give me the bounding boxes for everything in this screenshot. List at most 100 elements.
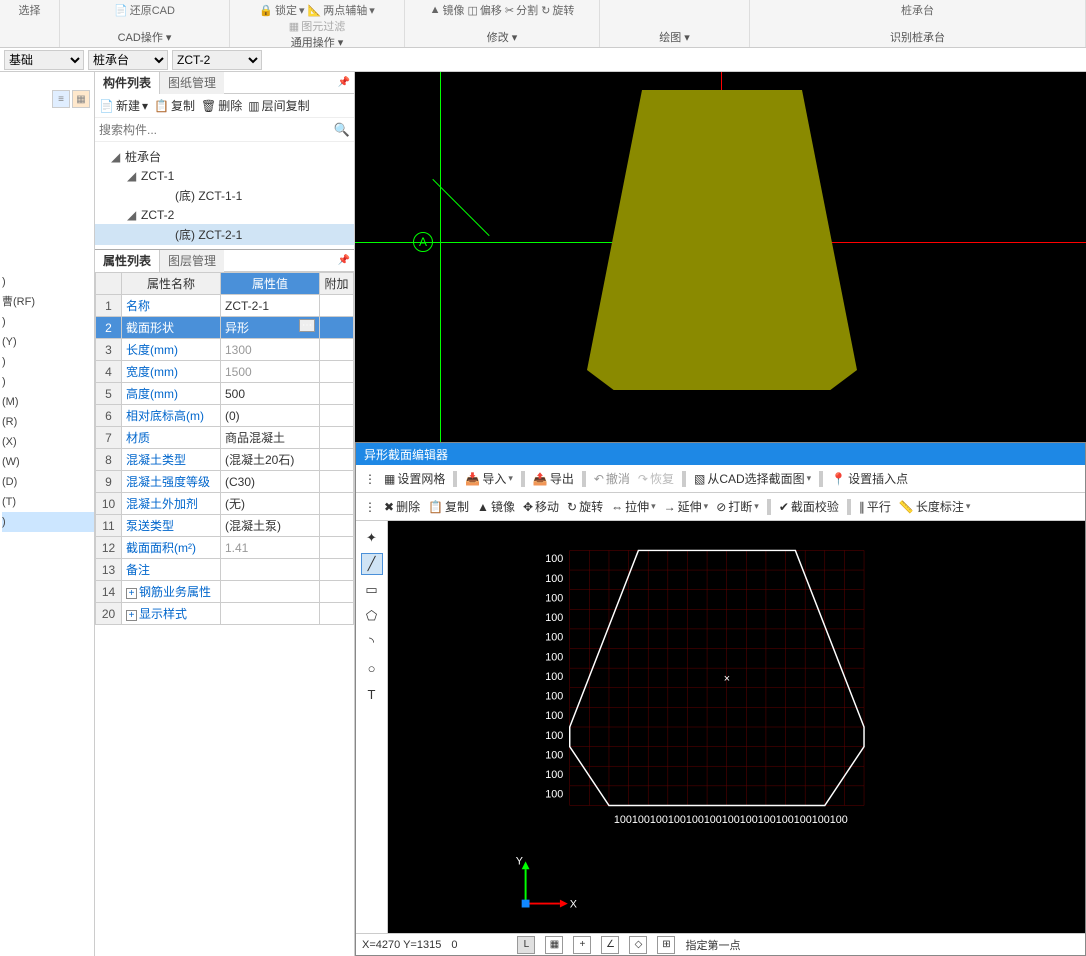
- ed-length-dim-button[interactable]: 📏 长度标注: [897, 498, 973, 515]
- ed-delete-button[interactable]: ✖ 删除: [382, 498, 422, 515]
- redo-button[interactable]: ↷ 恢复: [636, 470, 676, 487]
- main-viewport[interactable]: A: [355, 72, 1086, 442]
- search-icon[interactable]: 🔍: [334, 122, 350, 138]
- prop-row[interactable]: 12截面面积(m²)1.41: [96, 537, 354, 559]
- tab-layer-mgmt[interactable]: 图层管理: [160, 250, 224, 272]
- far-left-panel: ≡ ▦ )曹(RF))(Y)))(M)(R)(X)(W)(D)(T)): [0, 72, 95, 956]
- svg-text:100: 100: [545, 691, 563, 703]
- tab-component-list[interactable]: 构件列表: [95, 72, 160, 94]
- prop-row[interactable]: 10混凝土外加剂(无): [96, 493, 354, 515]
- status-btn-angle[interactable]: ∠: [601, 936, 619, 954]
- status-btn-L[interactable]: L: [517, 936, 535, 954]
- tool-polygon[interactable]: ⬠: [361, 605, 383, 627]
- ed-extend-button[interactable]: → 延伸: [662, 498, 711, 515]
- status-btn-grid[interactable]: ▦: [545, 936, 563, 954]
- prop-row[interactable]: 9混凝土强度等级(C30): [96, 471, 354, 493]
- import-button[interactable]: 📥 导入: [463, 470, 515, 487]
- ed-check-button[interactable]: ✔ 截面校验: [777, 498, 841, 515]
- mirror-cmd[interactable]: ▲ 镜像: [430, 2, 465, 18]
- prop-row[interactable]: 20+显示样式: [96, 603, 354, 625]
- tool-arc[interactable]: ◝: [361, 631, 383, 653]
- svg-text:100: 100: [545, 651, 563, 663]
- ribbon: 选择 📄 还原CAD CAD操作 ▾ 🔒 锁定 ▾ 📐 两点辅轴 ▾ ▦ 图元过…: [0, 0, 1086, 48]
- marker-a: A: [413, 232, 433, 252]
- from-cad-button[interactable]: ▧ 从CAD选择截面图: [692, 470, 813, 487]
- ed-rotate-button[interactable]: ↻ 旋转: [565, 498, 605, 515]
- ed-mirror-button[interactable]: ▲ 镜像: [475, 498, 517, 515]
- col-name: 属性名称: [122, 273, 221, 295]
- sel-current[interactable]: ZCT-2: [172, 50, 262, 70]
- ed-copy-button[interactable]: 📋 复制: [426, 498, 471, 515]
- prop-row[interactable]: 4宽度(mm)1500: [96, 361, 354, 383]
- delete-button[interactable]: 🗑 删除: [201, 97, 242, 114]
- prop-row[interactable]: 5高度(mm)500: [96, 383, 354, 405]
- command-prompt: 指定第一点: [685, 937, 740, 953]
- prop-row[interactable]: 8混凝土类型(混凝土20石): [96, 449, 354, 471]
- sel-base[interactable]: 基础: [4, 50, 84, 70]
- export-button[interactable]: 📤 导出: [531, 470, 576, 487]
- restore-cad-cmd[interactable]: 📄 还原CAD: [114, 2, 175, 18]
- sel-type[interactable]: 桩承台: [88, 50, 168, 70]
- editor-title-bar[interactable]: 异形截面编辑器: [356, 443, 1085, 465]
- tool-text[interactable]: T: [361, 683, 383, 705]
- prop-row[interactable]: 11泵送类型(混凝土泵): [96, 515, 354, 537]
- tree-zct-1-1[interactable]: (底) ZCT-1-1: [95, 185, 354, 206]
- two-point-cmd[interactable]: 📐 两点辅轴 ▾: [308, 2, 375, 18]
- svg-text:100: 100: [545, 749, 563, 761]
- pin-icon[interactable]: 📌: [338, 77, 350, 88]
- component-panel-tabs: 构件列表 图纸管理 📌: [95, 72, 354, 94]
- prop-row[interactable]: 14+钢筋业务属性: [96, 581, 354, 603]
- lock-cmd[interactable]: 🔒 锁定 ▾: [259, 2, 304, 18]
- component-toolbar: 📄 新建 ▾ 📋 复制 🗑 删除 ▥ 层间复制: [95, 94, 354, 118]
- set-grid-button[interactable]: ▦ 设置网格: [382, 470, 447, 487]
- property-grid[interactable]: 属性名称 属性值 附加 1名称ZCT-2-12截面形状异形⋯3长度(mm)130…: [95, 272, 354, 625]
- svg-text:100: 100: [545, 769, 563, 781]
- tree-zct-2-1[interactable]: (底) ZCT-2-1: [95, 224, 354, 245]
- editor-toolbar-1: ⋮ ▦ 设置网格 📥 导入 📤 导出 ↶ 撤消 ↷ 恢复 ▧ 从CAD选择截面图…: [356, 465, 1085, 493]
- prop-row[interactable]: 1名称ZCT-2-1: [96, 295, 354, 317]
- axis-gizmo: X Y: [516, 855, 577, 910]
- prop-row[interactable]: 7材质商品混凝土: [96, 427, 354, 449]
- section-outline[interactable]: [570, 550, 864, 805]
- list-view-icon[interactable]: ≡: [52, 90, 70, 108]
- new-button[interactable]: 📄 新建 ▾: [99, 97, 148, 114]
- status-btn-snap[interactable]: ◇: [629, 936, 647, 954]
- editor-viewport[interactable]: × 10010010010010010010010010010010010010…: [388, 521, 1085, 933]
- prop-row[interactable]: 2截面形状异形⋯: [96, 317, 354, 339]
- prop-row[interactable]: 3长度(mm)1300: [96, 339, 354, 361]
- prop-row[interactable]: 13备注: [96, 559, 354, 581]
- rotate-cmd[interactable]: ↻ 旋转: [541, 2, 574, 18]
- status-btn-ortho[interactable]: ⊞: [657, 936, 675, 954]
- pin-icon-2[interactable]: 📌: [338, 255, 350, 266]
- prop-row[interactable]: 6相对底标高(m)(0): [96, 405, 354, 427]
- component-tree: ◢桩承台 ◢ZCT-1 (底) ZCT-1-1 ◢ZCT-2 (底) ZCT-2…: [95, 142, 354, 249]
- offset-cmd[interactable]: ◫ 偏移: [468, 2, 502, 18]
- ed-parallel-button[interactable]: ∥ 平行: [857, 498, 893, 515]
- select-cmd[interactable]: 选择: [19, 2, 41, 18]
- insert-point-marker: ×: [724, 673, 730, 685]
- svg-text:100: 100: [545, 789, 563, 801]
- undo-button[interactable]: ↶ 撤消: [592, 470, 632, 487]
- tool-rect[interactable]: ▭: [361, 579, 383, 601]
- tool-point[interactable]: ✦: [361, 527, 383, 549]
- tool-line[interactable]: ╱: [361, 553, 383, 575]
- detail-view-icon[interactable]: ▦: [72, 90, 90, 108]
- tool-circle[interactable]: ○: [361, 657, 383, 679]
- set-insert-button[interactable]: 📍 设置插入点: [829, 470, 910, 487]
- svg-text:100: 100: [545, 573, 563, 585]
- filter-cmd[interactable]: ▦ 图元过滤: [289, 18, 345, 34]
- layer-copy-button[interactable]: ▥ 层间复制: [248, 97, 309, 114]
- copy-button[interactable]: 📋 复制: [154, 97, 195, 114]
- ed-move-button[interactable]: ✥ 移动: [521, 498, 561, 515]
- axis-vertical: [440, 72, 441, 442]
- status-btn-plus[interactable]: +: [573, 936, 591, 954]
- svg-text:100: 100: [545, 671, 563, 683]
- tab-drawing-mgmt[interactable]: 图纸管理: [160, 72, 224, 94]
- ed-break-button[interactable]: ⊘ 打断: [714, 498, 761, 515]
- split-cmd[interactable]: ✂ 分割: [505, 2, 538, 18]
- tab-properties[interactable]: 属性列表: [95, 250, 160, 272]
- svg-text:100: 100: [545, 612, 563, 624]
- editor-toolbar-2: ⋮ ✖ 删除 📋 复制 ▲ 镜像 ✥ 移动 ↻ 旋转 ⇔ 拉伸 → 延伸 ⊘ 打…: [356, 493, 1085, 521]
- search-input[interactable]: [99, 123, 334, 137]
- ed-stretch-button[interactable]: ⇔ 拉伸: [609, 498, 658, 515]
